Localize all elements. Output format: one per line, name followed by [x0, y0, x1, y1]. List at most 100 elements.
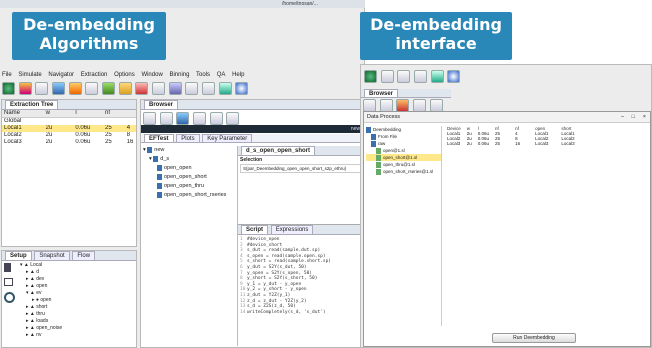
menu-tools[interactable]: Tools — [196, 72, 210, 78]
run-icon[interactable] — [2, 82, 15, 95]
menu-help[interactable]: Help — [232, 72, 244, 78]
tree-item[interactable]: raw — [366, 140, 441, 147]
zoom-icon[interactable] — [397, 70, 411, 83]
plot-icon[interactable] — [176, 112, 190, 125]
table-row[interactable]: Global — [2, 118, 136, 125]
table-row[interactable]: Local3 2u 0.06u 25 16 — [2, 139, 136, 146]
table-icon[interactable] — [85, 82, 99, 95]
tree-item[interactable]: open_open_thru — [143, 182, 235, 191]
tab-browser[interactable]: Browser — [144, 100, 179, 109]
chip-icon[interactable] — [52, 82, 66, 95]
browser-subtabbar: EFTest Plots Key Parameter — [141, 134, 364, 143]
table-row[interactable]: Local3 2u 0.06u 25 16 Local3 Local3 — [444, 141, 578, 146]
tree-item[interactable]: ▸ ▲ dev — [20, 276, 136, 283]
line-text: y_2 = y_short - y_open — [247, 287, 307, 293]
tree-root[interactable]: Deembedding — [366, 126, 441, 133]
tree-item[interactable]: open_open — [143, 164, 235, 173]
wand-icon[interactable] — [102, 82, 116, 95]
close-icon[interactable] — [226, 112, 240, 125]
col-name[interactable]: Name — [2, 110, 44, 117]
menu-binning[interactable]: Binning — [169, 72, 189, 78]
tree-item[interactable]: open_open_short — [143, 173, 235, 182]
list-icon[interactable] — [4, 263, 11, 272]
tree-item[interactable]: ▾ ▲ Local — [20, 262, 136, 269]
open-icon[interactable] — [18, 82, 32, 95]
menu-extraction[interactable]: Extraction — [81, 72, 108, 78]
gear-icon[interactable] — [168, 82, 182, 95]
tab-extraction-tree[interactable]: Extraction Tree — [5, 100, 59, 109]
tab-setup[interactable]: Setup — [5, 251, 32, 260]
grid-icon[interactable] — [209, 112, 223, 125]
export-icon[interactable] — [135, 82, 149, 95]
back-icon[interactable] — [143, 112, 156, 125]
minimize-icon[interactable]: – — [621, 112, 624, 123]
list-icon[interactable] — [193, 112, 207, 125]
tab-snapshot[interactable]: Snapshot — [34, 251, 70, 260]
cell: Local3 — [535, 141, 549, 146]
menu-file[interactable]: File — [2, 72, 12, 78]
tab-script[interactable]: Script — [241, 225, 269, 234]
col-l[interactable]: l — [75, 110, 103, 117]
chart-icon[interactable] — [68, 82, 82, 95]
grid-icon[interactable] — [35, 82, 49, 95]
tree-item[interactable]: open_short_rseries@1.sl — [366, 168, 441, 175]
forward-icon[interactable] — [159, 112, 173, 125]
tree-folder[interactable]: ▾ d_s — [143, 155, 235, 164]
run-deembedding-button[interactable]: Run Deembedding — [492, 333, 576, 343]
file-icon — [157, 173, 162, 180]
zoom-icon[interactable] — [185, 82, 199, 95]
tree-item[interactable]: open@1.sl — [366, 147, 441, 154]
tree-item[interactable]: ▸ ▲ open_noise — [20, 325, 136, 332]
tree-item[interactable]: ▸ ▲ d — [20, 269, 136, 276]
cell-extra: 4 — [126, 125, 131, 131]
menu-qa[interactable]: QA — [217, 72, 226, 78]
target-icon[interactable] — [235, 82, 249, 95]
tab-flow[interactable]: Flow — [72, 251, 96, 260]
callout-algorithms-line1: De-embedding — [23, 15, 155, 34]
tree-item-selected[interactable]: open_short@1.sl — [366, 154, 441, 161]
col-nf[interactable]: nf — [105, 110, 125, 117]
folder-icon[interactable] — [118, 82, 132, 95]
tree-item[interactable]: ▸ ▲ loads — [20, 318, 136, 325]
tree-item[interactable]: From File — [366, 133, 441, 140]
window-title: /home/tnosan/... — [282, 1, 318, 7]
tree-item[interactable]: ▸ ▲ short — [20, 304, 136, 311]
settings-icon[interactable] — [152, 82, 166, 95]
image-icon[interactable] — [430, 70, 444, 83]
tree-root[interactable]: ▾ new — [143, 146, 235, 155]
tree-item[interactable]: ▸ ▲ nv — [20, 332, 136, 339]
tree-item[interactable]: open_thru@1.sl — [366, 161, 441, 168]
menu-window[interactable]: Window — [141, 72, 162, 78]
table-row[interactable]: Local2 2u 0.06u 25 8 — [2, 132, 136, 139]
image-icon[interactable] — [218, 82, 232, 95]
col-w[interactable]: w — [46, 110, 74, 117]
tab-expressions[interactable]: Expressions — [270, 225, 314, 234]
target-icon[interactable] — [4, 292, 15, 303]
maximize-icon[interactable]: □ — [632, 112, 635, 123]
close-icon[interactable]: × — [643, 112, 646, 123]
script-line[interactable]: 14 writeCompletely(s_d, 's_dut') — [240, 310, 362, 316]
tree-item[interactable]: ▸ ▲ thru — [20, 311, 136, 318]
display-icon[interactable] — [4, 278, 13, 286]
menu-simulate[interactable]: Simulate — [18, 72, 41, 78]
tree-item[interactable]: ▸ ● open — [20, 297, 136, 304]
tab-editor-file[interactable]: d_s_open_open_short — [241, 146, 316, 155]
target-icon[interactable] — [447, 70, 461, 83]
run-icon[interactable] — [364, 70, 377, 83]
tree-item[interactable]: ▾ ▲ ev — [20, 290, 136, 297]
table-row[interactable]: Local1 2u 0.06u 25 4 — [2, 125, 136, 132]
tree-item[interactable]: open_open_short_rseries — [143, 191, 235, 200]
tree-item[interactable]: ▸ ▲ open — [20, 283, 136, 290]
menu-navigator[interactable]: Navigator — [48, 72, 74, 78]
fit-icon[interactable] — [202, 82, 216, 95]
tab-browser[interactable]: Browser — [364, 89, 399, 97]
menu-options[interactable]: Options — [114, 72, 135, 78]
tab-key-parameter[interactable]: Key Parameter — [202, 134, 253, 142]
tab-plots[interactable]: Plots — [176, 134, 200, 142]
script-editor[interactable]: 1 #device_open 2 #device_short 3 s_dut = read… — [238, 235, 364, 317]
grid-icon[interactable] — [380, 70, 394, 83]
selection-field[interactable]: S(par_Deembedding_open_open_short_s2p_et… — [240, 164, 362, 173]
fit-icon[interactable] — [414, 70, 428, 83]
cell-extra: 16 — [126, 139, 134, 145]
tab-eftest[interactable]: EFTest — [144, 134, 174, 142]
